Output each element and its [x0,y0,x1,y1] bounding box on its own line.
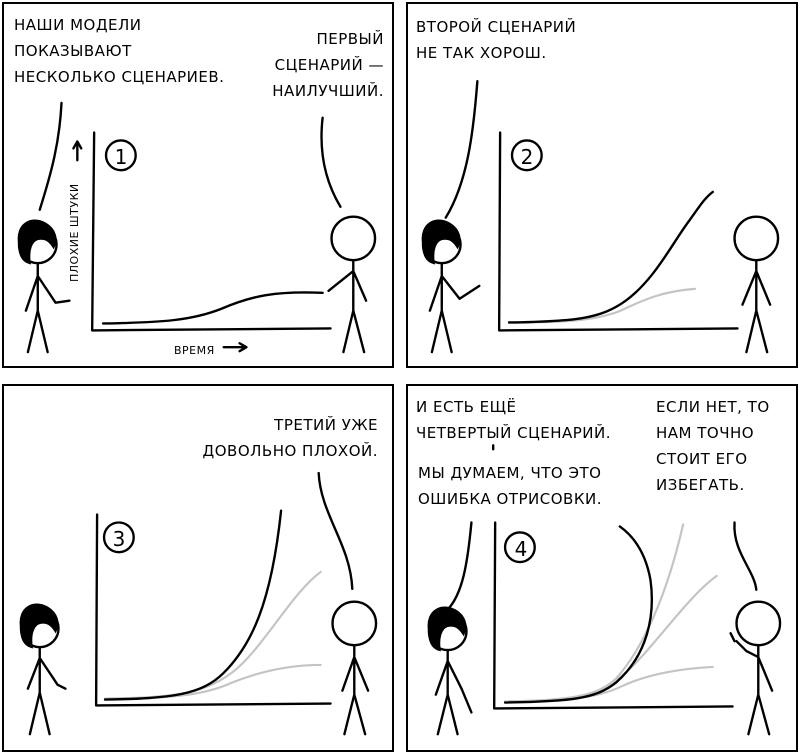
scenario-1-curve-grey [507,287,697,324]
comic-panel-2: ВТОРОЙ СЦЕНАРИЙ НЕ ТАК ХОРОШ. 2 [406,2,798,368]
scenario-4-curve [503,525,654,704]
woman-figure [19,603,67,736]
scenario-2-curve-grey [103,570,322,700]
panel-2-drawing [421,79,780,354]
scenario-1-curve [101,291,324,325]
woman-figure [427,606,473,736]
number-circle [104,139,137,172]
speech-line-right [317,471,354,590]
comic-panel-1: НАШИ МОДЕЛИ ПОКАЗЫВАЮТ НЕСКОЛЬКО СЦЕНАРИ… [2,2,394,368]
scenario-3-curve [103,509,283,701]
chart-axes [497,131,739,332]
number-circle [510,139,543,172]
panel-4-drawing [427,444,782,736]
panel-3-drawing [19,471,378,736]
number-circle [503,531,536,564]
woman-figure [421,219,481,354]
man-figure [327,215,377,354]
comic-panel-3: ТРЕТИЙ УЖЕ ДОВОЛЬНО ПЛОХОЙ. 3 [2,384,394,752]
speech-line-right [733,521,758,591]
speech-line-left [444,79,479,219]
comic-panel-4: И ЕСТЬ ЕЩЁ ЧЕТВЕРТЫЙ СЦЕНАРИЙ. МЫ ДУМАЕМ… [406,384,798,752]
man-figure [733,215,780,354]
speech-line-left [38,101,63,211]
scenario-2-curve [507,190,714,324]
number-circle [102,521,135,554]
woman-figure [17,219,71,354]
man-figure [331,600,378,736]
chart-axes [90,131,332,332]
speech-line-left [446,521,473,611]
panel-1-drawing [17,101,377,354]
x-axis-arrow [222,342,248,353]
man-figure [729,600,782,736]
y-axis-arrow [72,140,83,162]
speech-line-right [320,116,342,208]
